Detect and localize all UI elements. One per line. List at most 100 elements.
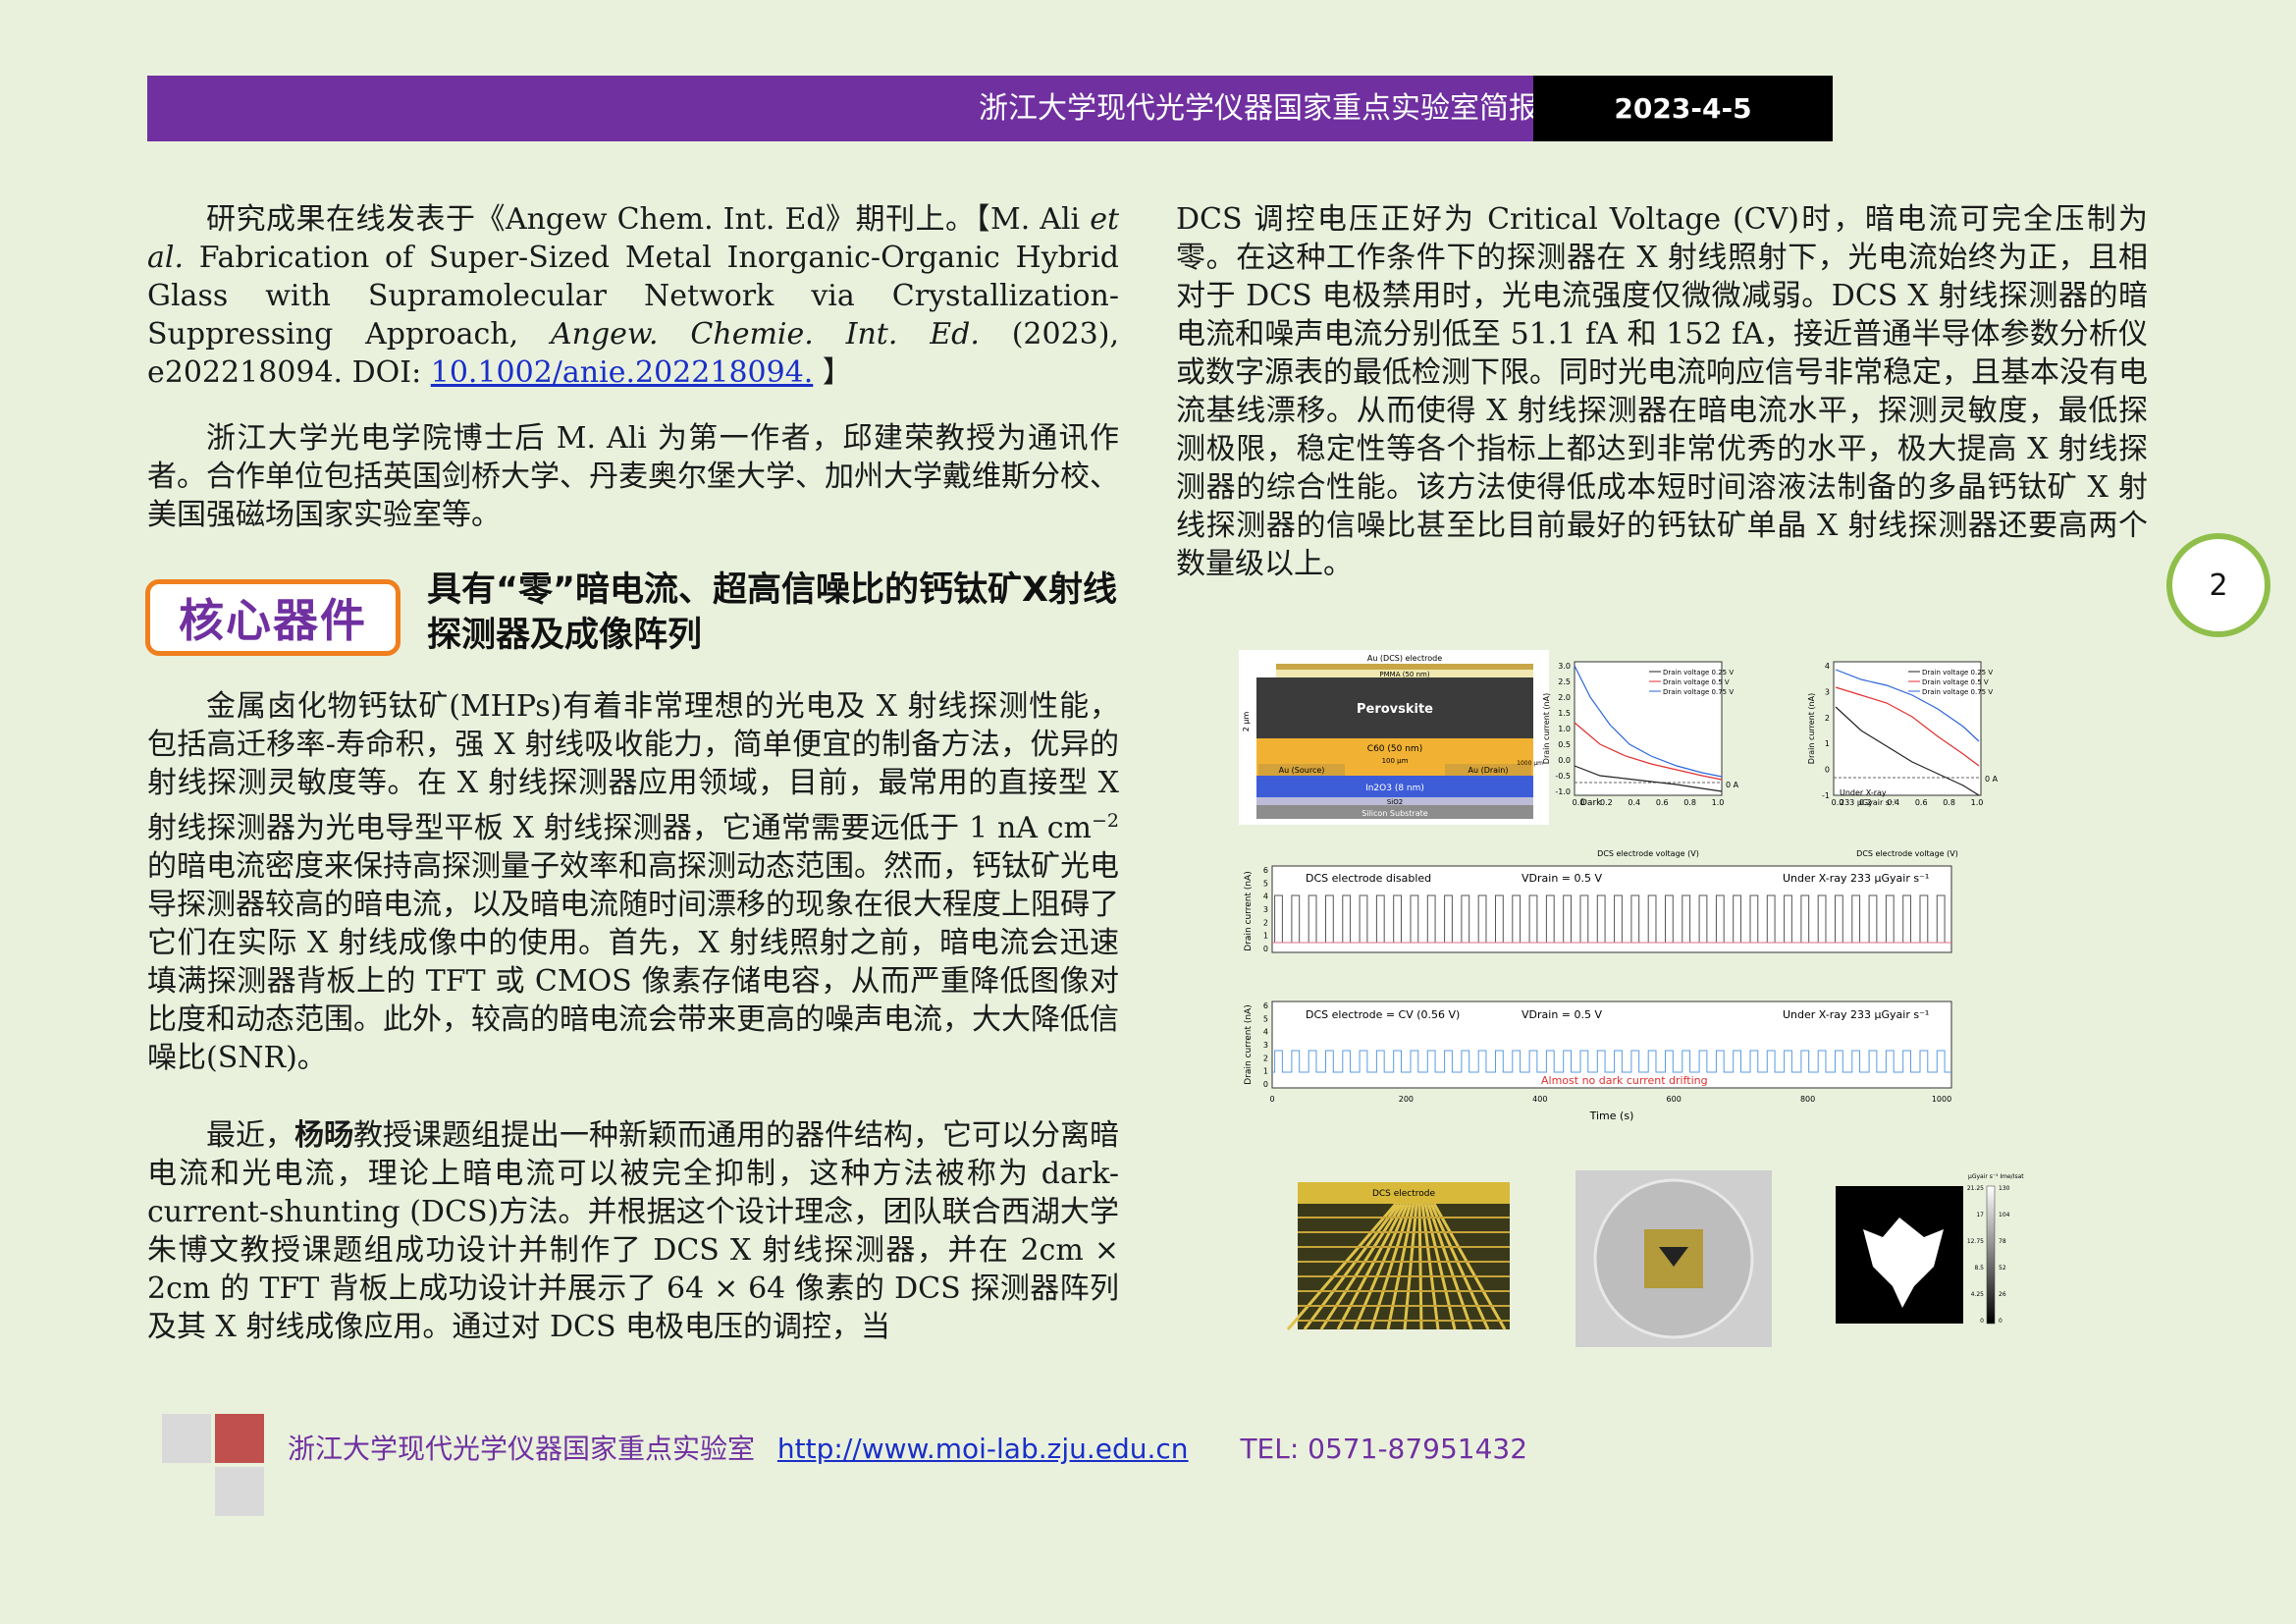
- time-top-ylabel: Drain current (nA): [1244, 871, 1254, 950]
- time-top-vdrain: VDrain = 0.5 V: [1522, 872, 1602, 885]
- colorbar-left-label: 21.25: [1967, 1185, 1984, 1192]
- x-tick-label: 0: [1269, 1095, 1274, 1104]
- citation-end: 】: [813, 355, 852, 390]
- professor-name: 杨旸: [294, 1118, 353, 1153]
- x-tick-label: 400: [1532, 1095, 1547, 1104]
- panel-dark-yticks: 3.0 2.5 2.0 1.5 1.0 0.5 0.0 -0.5 -1.0: [1555, 662, 1571, 796]
- method-text-a: 最近，: [206, 1118, 294, 1153]
- footer-square-1: [162, 1414, 211, 1463]
- y-tick-label: 4: [1263, 1028, 1268, 1037]
- section-badge-label: 核心器件: [179, 594, 367, 647]
- footer-url-link[interactable]: http://www.moi-lab.zju.edu.cn: [777, 1433, 1189, 1465]
- y-tick-label: 3: [1825, 687, 1830, 696]
- y-tick-label: 4: [1825, 662, 1830, 671]
- footer-square-2: [215, 1414, 264, 1463]
- y-tick-label: 0.0: [1558, 756, 1571, 765]
- colorbar-right-label: 130: [1999, 1185, 2010, 1192]
- y-tick-label: 2.5: [1558, 677, 1571, 686]
- device-perovskite-label: Perovskite: [1357, 702, 1433, 717]
- section-badge: 核心器件: [145, 579, 400, 656]
- x-tick-label: 800: [1800, 1095, 1815, 1104]
- time-bottom-ylabel: Drain current (nA): [1244, 1004, 1254, 1084]
- y-tick-label: 6: [1263, 866, 1268, 875]
- device-sio2-label: SiO2: [1387, 798, 1403, 806]
- colorbar-unit: μGyair s⁻¹ Ime/Isat: [1968, 1173, 2024, 1180]
- y-tick-label: 2: [1825, 714, 1830, 723]
- header-title: 浙江大学现代光学仪器国家重点实验室简报: [979, 91, 1538, 126]
- colorbar-left-label: 0: [1980, 1318, 1984, 1325]
- colorbar-right-label: 78: [1999, 1238, 2006, 1245]
- colorbar-left-label: 17: [1976, 1212, 1984, 1218]
- time-bottom-xlabel: Time (s): [1589, 1110, 1634, 1122]
- dark-legend-1: Drain voltage 0.25 V: [1663, 669, 1734, 677]
- right-para-result: DCS 调控电压正好为 Critical Voltage (CV)时，暗电流可完…: [1176, 202, 2148, 581]
- panel-dark: 3.0 2.5 2.0 1.5 1.0 0.5 0.0 -0.5 -1.0 0.0 0.2 0.4 0…: [1542, 661, 1739, 858]
- y-tick-label: 1.5: [1558, 709, 1571, 718]
- left-para-authors: 浙江大学光电学院博士后 M. Ali 为第一作者，邱建荣教授为通讯作者。合作单位…: [147, 421, 1119, 532]
- footer-text: 浙江大学现代光学仪器国家重点实验室 http://www.moi-lab.zju…: [288, 1428, 1527, 1467]
- device-width-label: 1000 μm: [1517, 760, 1543, 767]
- colorbar-left-label: 8.5: [1974, 1265, 1984, 1272]
- y-tick-label: 4: [1263, 893, 1268, 901]
- xray-legend-1: Drain voltage 0.25 V: [1922, 669, 1993, 677]
- y-tick-label: -1.0: [1555, 787, 1571, 796]
- panel-xray-ylabel: Drain current (nA): [1807, 693, 1816, 764]
- left-para-citation: 研究成果在线发表于《Angew Chem. Int. Ed》期刊上。【M. Al…: [147, 200, 1119, 392]
- colorbar-left-label: 12.75: [1967, 1238, 1984, 1245]
- y-tick-label: 1.0: [1558, 725, 1571, 733]
- panel-dark-xlabel: DCS electrode voltage (V): [1597, 849, 1699, 858]
- x-tick-label: 1.0: [1971, 798, 1984, 807]
- panel-xray: 43210-1 0.0 0.2 0.4 0.6 0.8 1.0 Drain current…: [1807, 661, 1999, 858]
- time-top-yticks: 6 5 4 3 2 1 0: [1263, 866, 1268, 953]
- intro-text-b: 的暗电流密度来保持高探测量子效率和高探测动态范围。然而，钙钛矿光电导探测器较高的…: [147, 849, 1119, 1075]
- y-tick-label: 3: [1263, 905, 1268, 914]
- panel-xray-xlabel: DCS electrode voltage (V): [1856, 849, 1958, 858]
- y-tick-label: 5: [1263, 879, 1268, 888]
- device-substrate-label: Silicon Substrate: [1362, 809, 1428, 818]
- array-image: DCS electrode: [1286, 1182, 1510, 1330]
- footer-square-3: [215, 1467, 264, 1516]
- y-tick-label: -0.5: [1555, 772, 1571, 781]
- colorbar-right-label: 0: [1999, 1318, 2002, 1325]
- y-tick-label: 2: [1263, 1054, 1268, 1062]
- device-drain-label: Au (Drain): [1468, 766, 1509, 775]
- doi-link[interactable]: 10.1002/anie.202218094.: [431, 355, 814, 390]
- y-tick-label: 0.5: [1558, 740, 1571, 749]
- left-para-method: 最近，杨旸教授课题组提出一种新颖而通用的器件结构，它可以分离暗电流和光电流，理论…: [147, 1116, 1119, 1346]
- section-title: 具有“零”暗电流、超高信噪比的钙钛矿X射线探测器及成像阵列: [427, 570, 1117, 655]
- wafer-photo: [1575, 1170, 1772, 1347]
- device-schematic: Au (DCS) electrode PMMA (50 nm) Perovski…: [1239, 650, 1549, 825]
- y-tick-label: 3: [1263, 1041, 1268, 1050]
- page-number: 2: [2166, 533, 2270, 637]
- layer-au-top: [1276, 664, 1533, 670]
- device-pmma-label: PMMA (50 nm): [1379, 671, 1429, 678]
- y-tick-label: 1: [1263, 932, 1268, 941]
- y-tick-label: 6: [1263, 1001, 1268, 1010]
- device-in2o3-label: In2O3 (8 nm): [1365, 784, 1424, 793]
- colorbar-right-label: 104: [1999, 1212, 2010, 1218]
- citation-journal: Angew. Chemie. Int. Ed.: [550, 317, 980, 352]
- device-thickness-label: 2 μm: [1242, 712, 1251, 732]
- figure-composite: Au (DCS) electrode PMMA (50 nm) Perovski…: [1237, 648, 2042, 1350]
- y-tick-label: -1: [1822, 791, 1830, 800]
- colorbar-right-label: 52: [1999, 1265, 2006, 1272]
- device-source-label: Au (Source): [1279, 766, 1325, 775]
- time-bottom-note: Almost no dark current drifting: [1541, 1074, 1708, 1087]
- time-trace-bottom: DCS electrode = CV (0.56 V) VDrain = 0.5…: [1244, 1001, 1952, 1122]
- footer-tel: TEL: 0571-87951432: [1240, 1433, 1528, 1465]
- time-bottom-vdrain: VDrain = 0.5 V: [1522, 1008, 1602, 1021]
- xray-image: μGyair s⁻¹ Ime/Isat 21.25 17 12.75 8.5 4.25 0…: [1836, 1173, 2024, 1325]
- panel-xray-note1: Under X-ray: [1840, 788, 1887, 797]
- array-column-line: [1417, 1203, 1423, 1330]
- dark-legend-3: Drain voltage 0.75 V: [1663, 688, 1734, 696]
- y-tick-label: 2: [1263, 918, 1268, 927]
- panel-dark-ylabel: Drain current (nA): [1542, 693, 1551, 764]
- y-tick-label: 0: [1825, 766, 1830, 775]
- x-tick-label: 0.6: [1915, 798, 1928, 807]
- panel-dark-note: Dark: [1580, 798, 1602, 808]
- colorbar: [1986, 1185, 1996, 1325]
- time-bottom-label: DCS electrode = CV (0.56 V): [1306, 1008, 1460, 1021]
- device-top-label: Au (DCS) electrode: [1367, 654, 1442, 663]
- panel-xray-note2: 233 μGyair s⁻¹: [1840, 798, 1896, 807]
- time-top-label: DCS electrode disabled: [1306, 872, 1431, 885]
